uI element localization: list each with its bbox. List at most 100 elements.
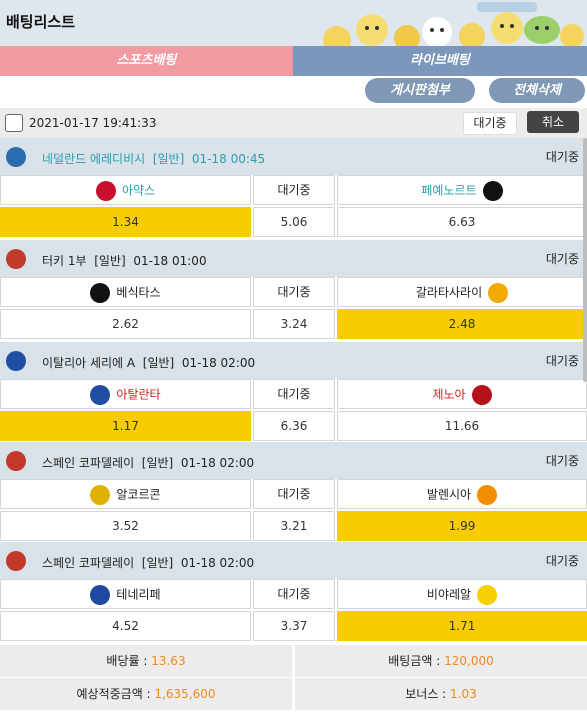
team-row: 아약스 대기중 페예노르트 (0, 175, 587, 205)
draw-label: 대기중 (253, 479, 335, 509)
home-team-logo-icon (90, 282, 111, 303)
delete-all-button[interactable]: 전체삭제 (489, 78, 585, 103)
away-odds[interactable]: 1.71 (337, 611, 587, 641)
match-block: 스페인 코파델레이 [일반] 01-18 02:00 대기중 알코르콘 대기중 … (0, 442, 587, 544)
away-team-name: 비야레알 (426, 587, 472, 602)
match-header: 네덜란드 에레디비시 [일반] 01-18 00:45 대기중 (0, 138, 587, 175)
match-league-info: 네덜란드 에레디비시 [일반] 01-18 00:45 (42, 152, 266, 166)
match-block: 네덜란드 에레디비시 [일반] 01-18 00:45 대기중 아약스 대기중 … (0, 138, 587, 240)
tab-sports-betting[interactable]: 스포츠배팅 (0, 46, 293, 76)
away-team-name: 제노아 (432, 387, 466, 402)
bet-datetime: 2021-01-17 19:41:33 (29, 116, 157, 130)
away-team-name: 발렌시아 (426, 487, 472, 502)
match-status: 대기중 (545, 554, 579, 568)
away-team-name: 페예노르트 (421, 183, 477, 198)
draw-odds[interactable]: 6.36 (253, 411, 335, 441)
match-block: 터키 1부 [일반] 01-18 01:00 대기중 베식타스 대기중 갈라타사… (0, 240, 587, 342)
match-header: 스페인 코파델레이 [일반] 01-18 02:00 대기중 (0, 442, 587, 479)
odds-row: 3.52 3.21 1.99 (0, 511, 587, 541)
team-row: 베식타스 대기중 갈라타사라이 (0, 277, 587, 307)
match-header: 스페인 코파델레이 [일반] 01-18 02:00 대기중 (0, 542, 587, 579)
odds-row: 4.52 3.37 1.71 (0, 611, 587, 641)
home-odds[interactable]: 3.52 (0, 511, 251, 541)
home-team-cell: 아약스 (0, 175, 251, 205)
league-icon (6, 551, 26, 571)
draw-odds[interactable]: 3.24 (253, 309, 335, 339)
away-team-logo-icon (471, 384, 492, 405)
home-team-logo-icon (90, 484, 111, 505)
league-icon (6, 351, 26, 371)
home-odds[interactable]: 1.17 (0, 411, 251, 441)
match-block: 스페인 코파델레이 [일반] 01-18 02:00 대기중 테네리페 대기중 … (0, 542, 587, 644)
draw-label: 대기중 (253, 277, 335, 307)
home-team-name: 테네리페 (116, 587, 161, 602)
home-team-cell: 알코르콘 (0, 479, 251, 509)
action-bar: 게시판첨부 전체삭제 (0, 76, 587, 108)
away-team-cell: 발렌시아 (337, 479, 587, 509)
home-odds[interactable]: 2.62 (0, 309, 251, 339)
away-team-name: 갈라타사라이 (415, 285, 483, 300)
home-odds[interactable]: 4.52 (0, 611, 251, 641)
draw-odds[interactable]: 3.37 (253, 611, 335, 641)
match-status: 대기중 (545, 354, 579, 368)
attach-to-board-button[interactable]: 게시판첨부 (365, 78, 475, 103)
draw-odds[interactable]: 5.06 (253, 207, 335, 237)
summary-row-2: 예상적중금액 : 1,635,600 보너스 : 1.03 (0, 678, 587, 710)
home-team-name: 베식타스 (116, 285, 161, 300)
header: 배팅리스트 (0, 0, 587, 46)
draw-label: 대기중 (253, 379, 335, 409)
home-team-name: 아탈란타 (116, 387, 161, 402)
team-row: 아탈란타 대기중 제노아 (0, 379, 587, 409)
away-team-cell: 페예노르트 (337, 175, 587, 205)
match-header: 터키 1부 [일반] 01-18 01:00 대기중 (0, 240, 587, 277)
home-odds[interactable]: 1.34 (0, 207, 251, 237)
slip-status-badge: 대기중 (463, 112, 517, 135)
home-team-cell: 베식타스 (0, 277, 251, 307)
home-team-name: 아약스 (121, 183, 156, 198)
match-league-info: 스페인 코파델레이 [일반] 01-18 02:00 (42, 556, 255, 570)
odds-row: 2.62 3.24 2.48 (0, 309, 587, 339)
bonus: 보너스 : 1.03 (295, 678, 587, 710)
scrollbar[interactable] (583, 138, 587, 382)
league-icon (6, 249, 26, 269)
match-status: 대기중 (545, 150, 579, 164)
away-odds[interactable]: 11.66 (337, 411, 587, 441)
league-icon (6, 451, 26, 471)
expected-win-amount: 예상적중금액 : 1,635,600 (0, 678, 292, 710)
odds-row: 1.17 6.36 11.66 (0, 411, 587, 441)
select-checkbox[interactable] (5, 114, 23, 132)
match-league-info: 터키 1부 [일반] 01-18 01:00 (42, 254, 207, 268)
match-league-info: 스페인 코파델레이 [일반] 01-18 02:00 (42, 456, 255, 470)
away-team-logo-icon (477, 484, 498, 505)
league-icon (6, 147, 26, 167)
match-block: 이탈리아 세리에 A [일반] 01-18 02:00 대기중 아탈란타 대기중… (0, 342, 587, 444)
match-status: 대기중 (545, 252, 579, 266)
cartoon-characters-decoration (297, 0, 587, 46)
team-row: 알코르콘 대기중 발렌시아 (0, 479, 587, 509)
bet-slip-header: 2021-01-17 19:41:33 대기중 취소 (0, 108, 587, 139)
draw-odds[interactable]: 3.21 (253, 511, 335, 541)
away-odds[interactable]: 2.48 (337, 309, 587, 339)
away-team-cell: 비야레알 (337, 579, 587, 609)
home-team-cell: 테네리페 (0, 579, 251, 609)
home-team-cell: 아탈란타 (0, 379, 251, 409)
team-row: 테네리페 대기중 비야레알 (0, 579, 587, 609)
match-league-info: 이탈리아 세리에 A [일반] 01-18 02:00 (42, 356, 256, 370)
bet-type-tabs: 스포츠배팅 라이브배팅 (0, 46, 587, 76)
match-header: 이탈리아 세리에 A [일반] 01-18 02:00 대기중 (0, 342, 587, 379)
away-team-logo-icon (482, 180, 503, 201)
page-title: 배팅리스트 (6, 13, 76, 31)
home-team-logo-icon (90, 584, 111, 605)
match-status: 대기중 (545, 454, 579, 468)
away-odds[interactable]: 1.99 (337, 511, 587, 541)
cancel-button[interactable]: 취소 (527, 111, 579, 133)
away-team-logo-icon (477, 584, 498, 605)
draw-label: 대기중 (253, 175, 335, 205)
away-team-cell: 제노아 (337, 379, 587, 409)
away-team-cell: 갈라타사라이 (337, 277, 587, 307)
total-odds: 배당률 : 13.63 (0, 645, 292, 677)
bet-amount: 배팅금액 : 120,000 (295, 645, 587, 677)
away-odds[interactable]: 6.63 (337, 207, 587, 237)
odds-row: 1.34 5.06 6.63 (0, 207, 587, 237)
tab-live-betting[interactable]: 라이브배팅 (293, 46, 587, 76)
